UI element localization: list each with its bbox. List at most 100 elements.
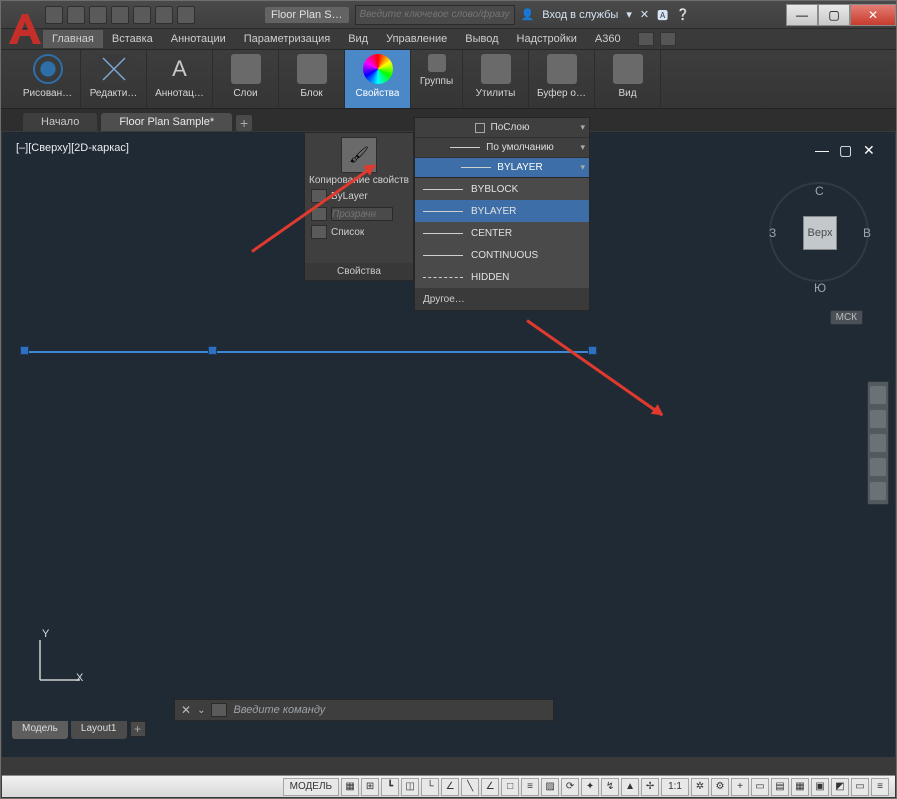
linetype-item-hidden[interactable]: HIDDEN <box>415 266 589 288</box>
viewport-label[interactable]: [–][Сверху][2D-каркас] <box>16 142 129 154</box>
steering-wheel-icon[interactable] <box>870 386 886 404</box>
layout-tab-layout1[interactable]: Layout1 <box>71 721 127 739</box>
linetype-item-other[interactable]: Другое… <box>415 288 589 310</box>
compass-south[interactable]: Ю <box>814 281 826 295</box>
qat-open-icon[interactable] <box>67 6 85 24</box>
panel-draw[interactable]: Рисован… <box>15 50 81 108</box>
file-tab-start[interactable]: Начало <box>23 113 97 131</box>
close-button[interactable]: ✕ <box>850 4 896 26</box>
transparency-toggle-icon[interactable]: ▨ <box>541 778 559 796</box>
zoom-icon[interactable] <box>870 434 886 452</box>
featured-apps-icon[interactable] <box>638 32 654 46</box>
selected-line[interactable] <box>22 351 592 353</box>
isoplane-icon[interactable]: ╲ <box>461 778 479 796</box>
qat-saveas-icon[interactable] <box>111 6 129 24</box>
cmdline-close-icon[interactable]: ✕ <box>181 703 191 717</box>
hardware-accel-icon[interactable]: ▣ <box>811 778 829 796</box>
account-area[interactable]: 👤 Вход в службы ▾ ✕ 🅰 ❔ <box>521 7 690 23</box>
layout-tab-add[interactable]: + <box>130 721 146 737</box>
gizmo-icon[interactable]: ✢ <box>641 778 659 796</box>
compass-east[interactable]: В <box>863 226 871 240</box>
compass-north[interactable]: С <box>815 184 824 198</box>
viewport-maximize-icon[interactable]: ▢ <box>839 142 853 155</box>
lineweight-toggle-icon[interactable]: ≡ <box>521 778 539 796</box>
workspace-switch-icon[interactable]: ⚙ <box>711 778 729 796</box>
tab-view[interactable]: Вид <box>339 30 377 48</box>
units-icon[interactable]: ▭ <box>751 778 769 796</box>
color-picker[interactable]: ПоСлою▾ <box>415 118 589 138</box>
panel-utilities[interactable]: Утилиты <box>463 50 529 108</box>
wcs-badge[interactable]: МСК <box>830 310 863 325</box>
compass-west[interactable]: З <box>769 226 776 240</box>
customize-status-icon[interactable]: ≡ <box>871 778 889 796</box>
polar-tracking-icon[interactable]: ∠ <box>441 778 459 796</box>
tab-output[interactable]: Вывод <box>456 30 507 48</box>
infer-constraints-icon[interactable]: ┗ <box>381 778 399 796</box>
3d-osnap-icon[interactable]: ✦ <box>581 778 599 796</box>
tab-parametric[interactable]: Параметризация <box>235 30 339 48</box>
grip-midpoint[interactable] <box>208 346 217 355</box>
dynamic-ucs-icon[interactable]: ↯ <box>601 778 619 796</box>
panel-properties[interactable]: Свойства <box>345 50 411 108</box>
a360-icon[interactable]: 🅰 <box>657 7 668 23</box>
command-line[interactable]: ✕ ⌄ Введите команду <box>174 699 554 721</box>
grip-endpoint[interactable] <box>588 346 597 355</box>
linetype-item-center[interactable]: CENTER <box>415 222 589 244</box>
viewcube-top-face[interactable]: Верх <box>803 216 837 250</box>
panel-edit[interactable]: Редакти… <box>81 50 147 108</box>
tab-manage[interactable]: Управление <box>377 30 456 48</box>
app-logo[interactable] <box>3 10 45 48</box>
minimize-button[interactable]: — <box>786 4 818 26</box>
panel-layers[interactable]: Слои <box>213 50 279 108</box>
drawing-area[interactable]: [–][Сверху][2D-каркас] — ▢ ✕ 🖌 Копирован… <box>2 132 895 757</box>
panel-view[interactable]: Вид <box>595 50 661 108</box>
annotation-monitor-icon[interactable]: + <box>731 778 749 796</box>
modelspace-toggle[interactable]: МОДЕЛЬ <box>283 778 339 796</box>
linetype-picker[interactable]: BYLAYER▾ <box>415 158 589 178</box>
qat-redo-icon[interactable] <box>177 6 195 24</box>
exchange-apps-icon[interactable]: ✕ <box>640 8 649 21</box>
isolate-objects-icon[interactable]: ◩ <box>831 778 849 796</box>
help-icon[interactable]: ❔ <box>676 8 690 21</box>
tab-annotate[interactable]: Аннотации <box>162 30 235 48</box>
selection-cycling-icon[interactable]: ⟳ <box>561 778 579 796</box>
grip-endpoint[interactable] <box>20 346 29 355</box>
tab-insert[interactable]: Вставка <box>103 30 162 48</box>
panel-groups[interactable]: Группы <box>411 50 463 108</box>
layout-tab-model[interactable]: Модель <box>12 721 68 739</box>
selection-filter-icon[interactable]: ▲ <box>621 778 639 796</box>
panel-block[interactable]: Блок <box>279 50 345 108</box>
snap-toggle-icon[interactable]: ⊞ <box>361 778 379 796</box>
panel-annotation[interactable]: AАннотац… <box>147 50 213 108</box>
tab-a360[interactable]: A360 <box>586 30 630 48</box>
orbit-icon[interactable] <box>870 458 886 476</box>
cmdline-history-icon[interactable]: ⌄ <box>197 705 205 716</box>
tab-home[interactable]: Главная <box>43 30 103 48</box>
viewport-minimize-icon[interactable]: — <box>815 142 829 155</box>
linetype-item-bylayer[interactable]: BYLAYER <box>415 200 589 222</box>
ortho-toggle-icon[interactable]: └ <box>421 778 439 796</box>
lineweight-picker[interactable]: По умолчанию▾ <box>415 138 589 158</box>
showmotion-icon[interactable] <box>870 482 886 500</box>
qat-print-icon[interactable] <box>133 6 151 24</box>
transparency-row[interactable] <box>305 205 413 223</box>
viewport-close-icon[interactable]: ✕ <box>863 142 877 155</box>
viewcube[interactable]: Верх С Ю В З <box>769 182 869 282</box>
dynamic-input-icon[interactable]: ◫ <box>401 778 419 796</box>
linetype-item-continuous[interactable]: CONTINUOUS <box>415 244 589 266</box>
search-input[interactable] <box>355 5 515 25</box>
qat-undo-icon[interactable] <box>155 6 173 24</box>
ribbon-minimize-icon[interactable] <box>660 32 676 46</box>
maximize-button[interactable]: ▢ <box>818 4 850 26</box>
quick-properties-icon[interactable]: ▤ <box>771 778 789 796</box>
tab-addins[interactable]: Надстройки <box>508 30 586 48</box>
list-row[interactable]: Список <box>305 223 413 241</box>
lock-ui-icon[interactable]: ▦ <box>791 778 809 796</box>
clean-screen-icon[interactable]: ▭ <box>851 778 869 796</box>
annotation-scale[interactable]: 1:1 <box>661 778 689 796</box>
annotation-visibility-icon[interactable]: ✲ <box>691 778 709 796</box>
grid-toggle-icon[interactable]: ▦ <box>341 778 359 796</box>
qat-save-icon[interactable] <box>89 6 107 24</box>
pan-icon[interactable] <box>870 410 886 428</box>
panel-clipboard[interactable]: Буфер о… <box>529 50 595 108</box>
